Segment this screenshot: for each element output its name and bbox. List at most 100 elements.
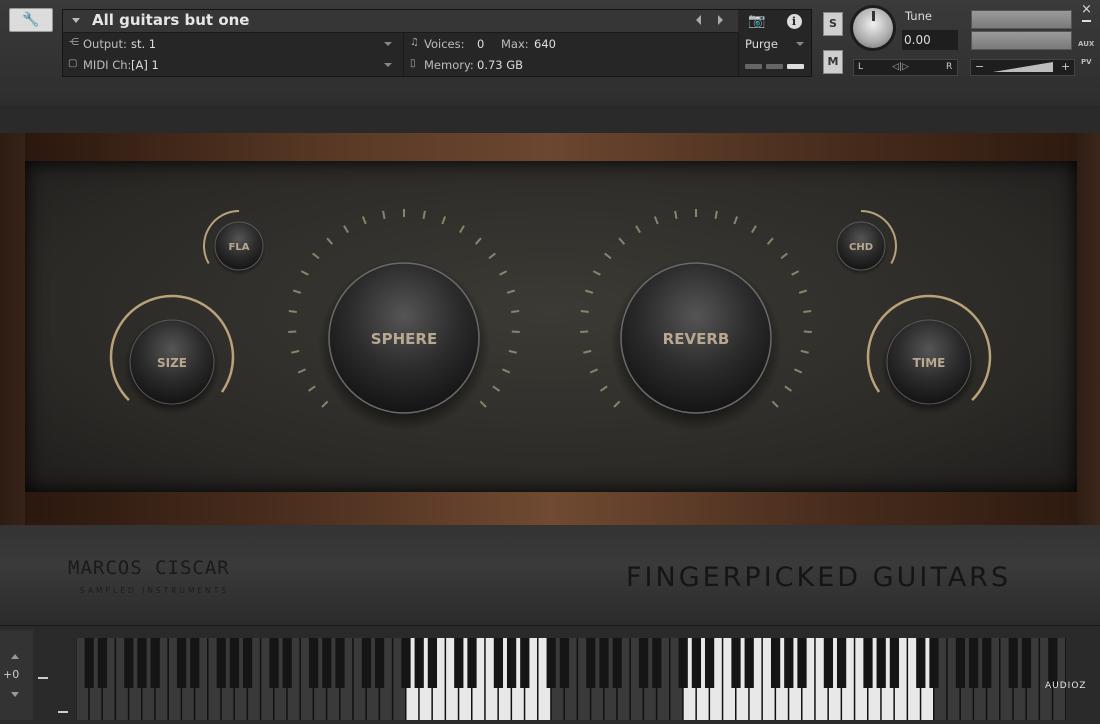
black-key[interactable]	[797, 638, 806, 688]
black-key[interactable]	[929, 638, 938, 688]
tick-mark	[344, 226, 348, 233]
black-key[interactable]	[1022, 638, 1031, 688]
tick-mark	[772, 401, 778, 407]
chd-knob[interactable]: CHD	[834, 221, 888, 275]
tick-mark	[502, 369, 509, 372]
chd-label: CHD	[849, 242, 873, 253]
black-key[interactable]	[217, 638, 226, 688]
tick-mark	[781, 253, 787, 258]
tick-mark	[768, 238, 773, 244]
tick-mark	[799, 290, 807, 292]
black-key[interactable]	[85, 638, 94, 688]
octave-down-icon[interactable]	[11, 692, 19, 697]
size-label: SIZE	[157, 356, 187, 370]
black-key[interactable]	[956, 638, 965, 688]
black-key[interactable]	[467, 638, 476, 688]
tick-mark	[581, 311, 589, 312]
black-key[interactable]	[613, 638, 622, 688]
tick-mark	[442, 217, 445, 224]
octave-up-icon[interactable]	[11, 654, 19, 659]
black-key[interactable]	[1009, 638, 1018, 688]
black-key[interactable]	[322, 638, 331, 688]
black-key[interactable]	[362, 638, 371, 688]
product-title: FINGERPICKED GUITARS	[626, 562, 1011, 593]
piano-keyboard[interactable]	[76, 638, 1066, 720]
black-key[interactable]	[679, 638, 688, 688]
black-key[interactable]	[269, 638, 278, 688]
black-key[interactable]	[771, 638, 780, 688]
mod-wheel-marker[interactable]	[58, 711, 68, 713]
tick-mark	[585, 290, 593, 292]
tick-mark	[423, 211, 424, 219]
tick-mark	[593, 271, 600, 275]
black-key[interactable]	[98, 638, 107, 688]
black-key[interactable]	[652, 638, 661, 688]
black-key[interactable]	[283, 638, 292, 688]
pitch-wheel-marker[interactable]	[38, 677, 48, 679]
black-key[interactable]	[877, 638, 886, 688]
black-key[interactable]	[560, 638, 569, 688]
black-key[interactable]	[230, 638, 239, 688]
black-key[interactable]	[151, 638, 160, 688]
black-key[interactable]	[124, 638, 133, 688]
black-key[interactable]	[863, 638, 872, 688]
tick-mark	[636, 226, 640, 233]
black-key[interactable]	[837, 638, 846, 688]
tick-mark	[614, 401, 620, 407]
maker-logo-subtitle: SAMPLED INSTRUMENTS	[80, 586, 229, 595]
tick-mark	[313, 253, 319, 258]
tick-mark	[493, 386, 500, 391]
black-key[interactable]	[692, 638, 701, 688]
black-key[interactable]	[375, 638, 384, 688]
tick-mark	[605, 253, 611, 258]
reverb-knob[interactable]: REVERB	[610, 259, 782, 431]
tick-mark	[803, 311, 811, 312]
black-key[interactable]	[335, 638, 344, 688]
sphere-knob[interactable]: SPHERE	[318, 259, 490, 431]
black-key[interactable]	[454, 638, 463, 688]
black-key[interactable]	[243, 638, 252, 688]
size-knob[interactable]: SIZE	[124, 318, 220, 414]
tick-mark	[619, 238, 624, 244]
black-key[interactable]	[547, 638, 556, 688]
black-key[interactable]	[507, 638, 516, 688]
black-key[interactable]	[639, 638, 648, 688]
black-key[interactable]	[190, 638, 199, 688]
fla-label: FLA	[229, 242, 250, 253]
black-key[interactable]	[705, 638, 714, 688]
tick-mark	[363, 217, 366, 224]
black-key[interactable]	[177, 638, 186, 688]
tick-mark	[511, 311, 519, 312]
black-key[interactable]	[969, 638, 978, 688]
tick-mark	[291, 351, 299, 353]
black-key[interactable]	[599, 638, 608, 688]
tick-mark	[509, 351, 517, 353]
black-key[interactable]	[916, 638, 925, 688]
black-key[interactable]	[137, 638, 146, 688]
fla-knob[interactable]: FLA	[212, 221, 266, 275]
black-key[interactable]	[428, 638, 437, 688]
black-key[interactable]	[745, 638, 754, 688]
piano-keys[interactable]	[76, 638, 1066, 720]
black-key[interactable]	[982, 638, 991, 688]
time-knob[interactable]: TIME	[881, 318, 977, 414]
tick-mark	[675, 211, 676, 219]
tick-mark	[289, 311, 297, 312]
tick-mark	[500, 271, 507, 275]
black-key[interactable]	[520, 638, 529, 688]
tick-mark	[476, 238, 481, 244]
black-key[interactable]	[890, 638, 899, 688]
sphere-label: SPHERE	[371, 330, 437, 348]
black-key[interactable]	[401, 638, 410, 688]
tick-mark	[298, 369, 305, 372]
black-key[interactable]	[824, 638, 833, 688]
black-key[interactable]	[494, 638, 503, 688]
black-key[interactable]	[586, 638, 595, 688]
black-key[interactable]	[731, 638, 740, 688]
tick-mark	[293, 290, 301, 292]
black-key[interactable]	[309, 638, 318, 688]
tick-mark	[327, 238, 332, 244]
black-key[interactable]	[415, 638, 424, 688]
time-label: TIME	[913, 356, 946, 370]
black-key[interactable]	[784, 638, 793, 688]
